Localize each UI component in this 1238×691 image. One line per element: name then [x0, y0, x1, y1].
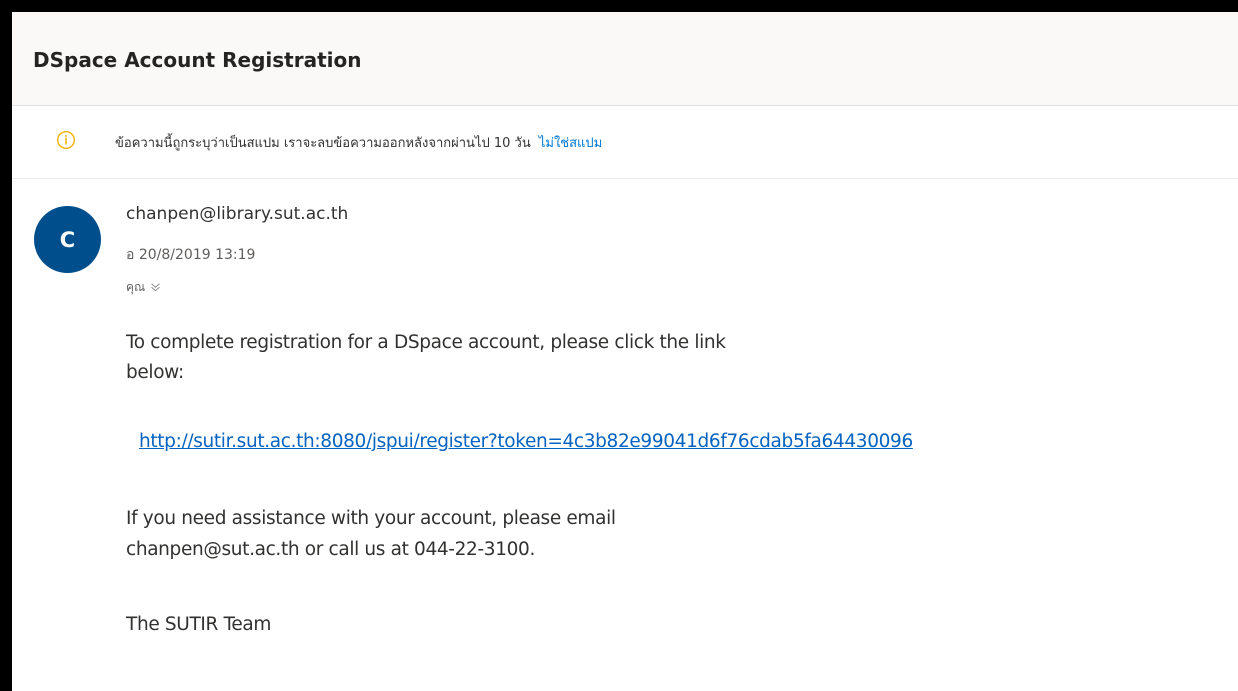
info-circle-icon — [56, 130, 76, 150]
not-spam-link[interactable]: ไม่ใช่สแปม — [539, 136, 602, 151]
email-subject: DSpace Account Registration — [33, 48, 362, 72]
signature: The SUTIR Team — [126, 614, 272, 635]
sender-email[interactable]: chanpen@library.sut.ac.th — [126, 204, 348, 224]
sender-avatar[interactable]: C — [34, 206, 101, 273]
spam-notice-bar: ข้อความนี้ถูกระบุว่าเป็นสแปม เราจะลบข้อค… — [12, 106, 1238, 179]
message-date: อ 20/8/2019 13:19 — [126, 247, 256, 263]
body-line-1b: below: — [126, 362, 184, 383]
email-reading-pane: DSpace Account Registration ข้อความนี้ถู… — [12, 12, 1238, 691]
spam-notice-message: ข้อความนี้ถูกระบุว่าเป็นสแปม เราจะลบข้อค… — [115, 136, 531, 151]
recipient-toggle[interactable]: คุณ — [126, 278, 161, 297]
recipient-label: คุณ — [126, 280, 146, 294]
subject-header: DSpace Account Registration — [12, 12, 1238, 106]
body-line-3: If you need assistance with your account… — [126, 508, 616, 529]
body-line-1: To complete registration for a DSpace ac… — [126, 332, 726, 353]
registration-link[interactable]: http://sutir.sut.ac.th:8080/jspui/regist… — [139, 427, 913, 456]
body-line-3b: chanpen@sut.ac.th or call us at 044-22-3… — [126, 539, 536, 560]
double-chevron-down-icon — [151, 283, 160, 292]
spam-notice-text: ข้อความนี้ถูกระบุว่าเป็นสแปม เราจะลบข้อค… — [115, 132, 602, 153]
